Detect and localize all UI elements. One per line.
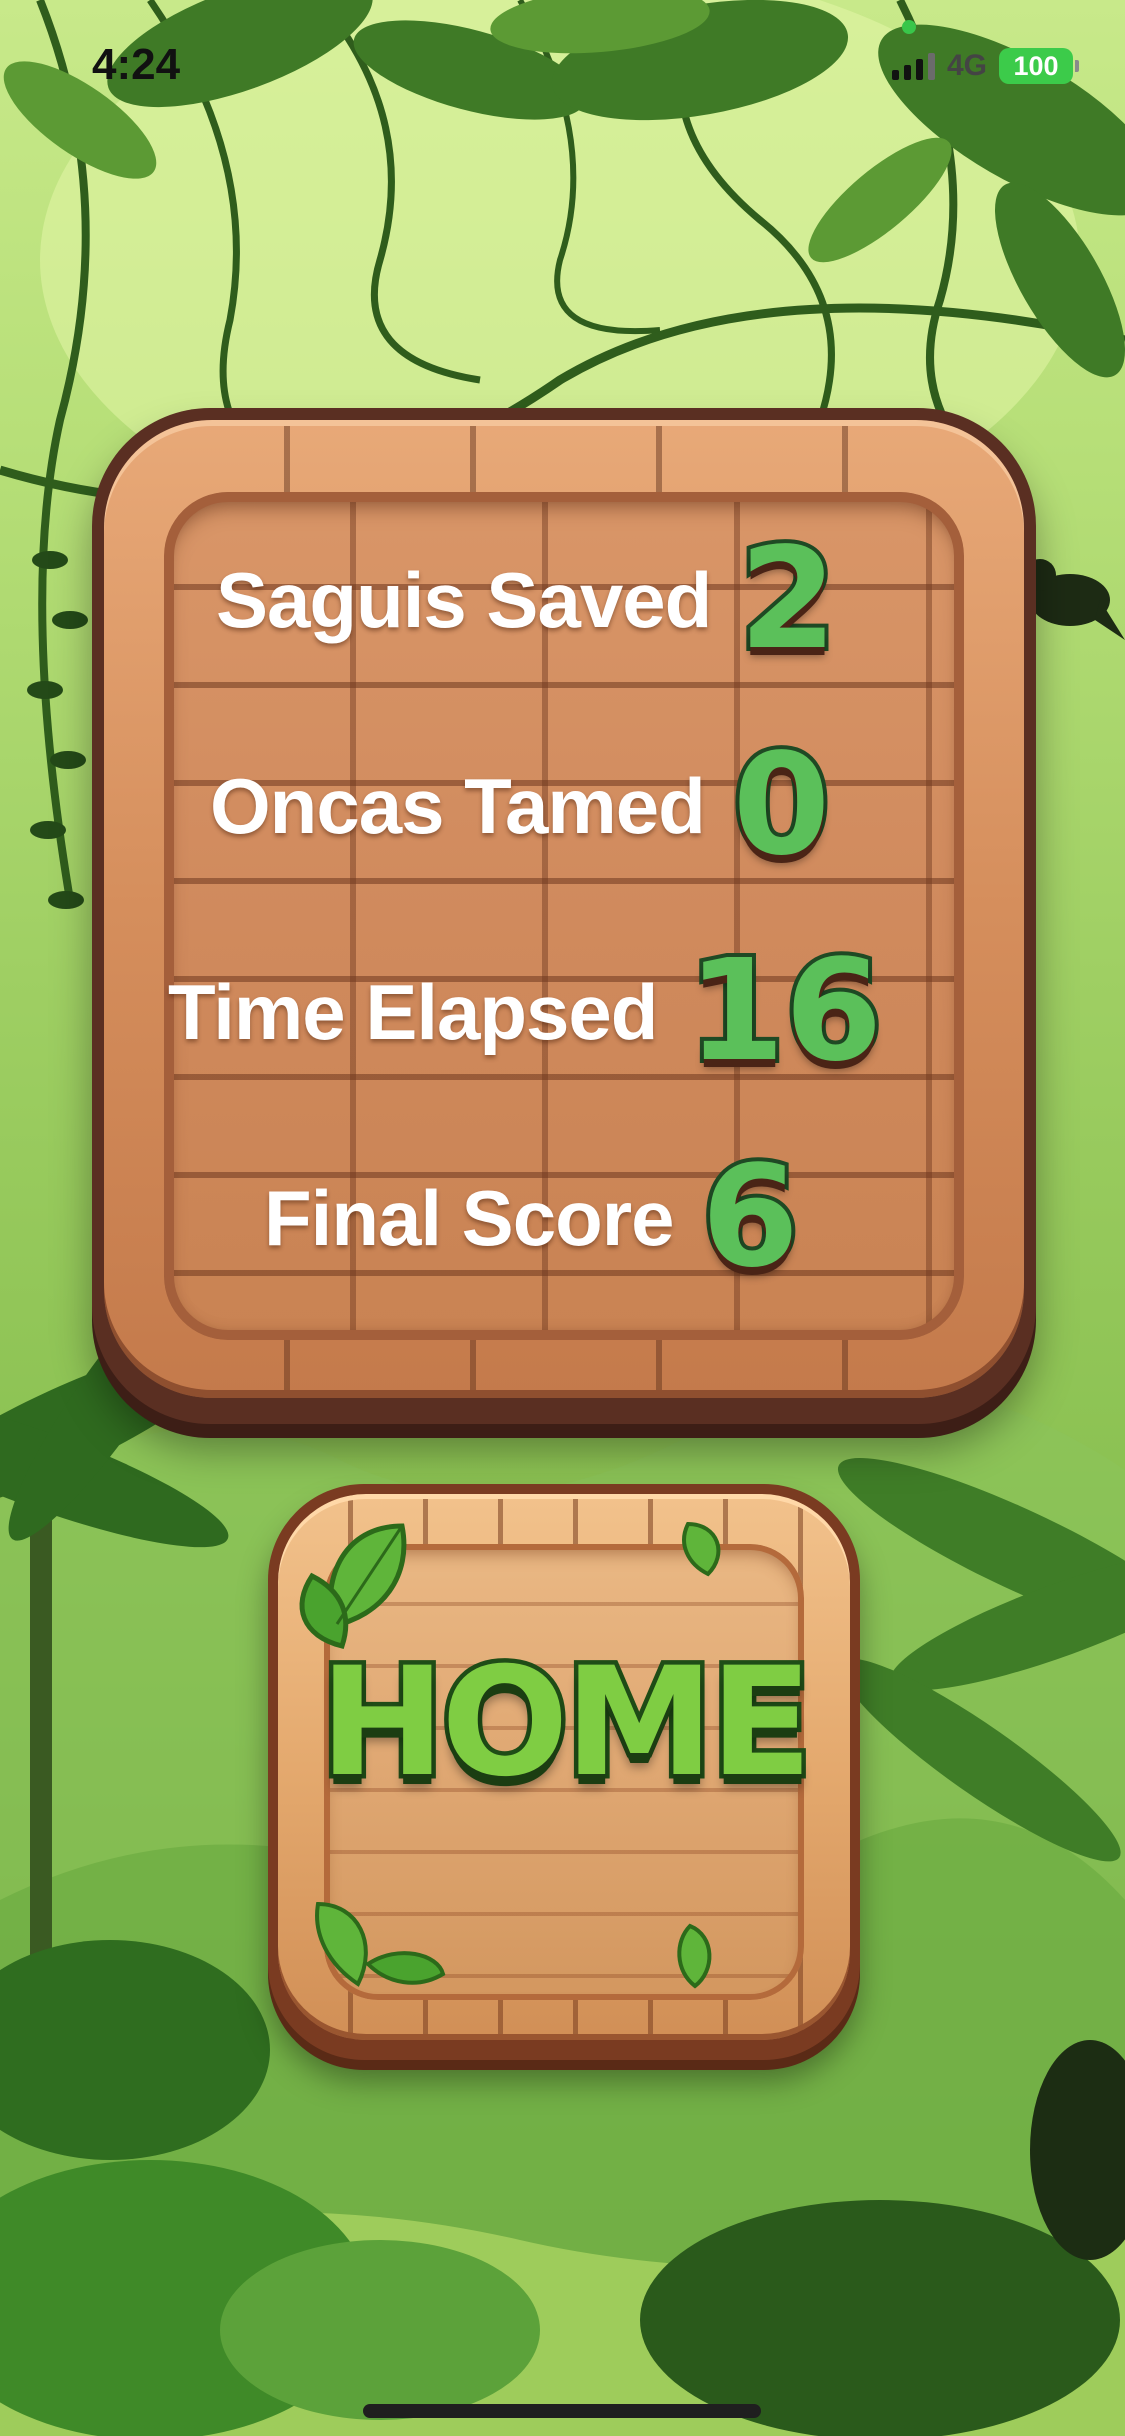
battery-level: 100 — [1013, 50, 1059, 81]
status-time: 4:24 — [92, 40, 181, 89]
stat-value: 2 — [735, 518, 840, 681]
home-button[interactable]: HOME — [268, 1484, 860, 2060]
camera-indicator-dot — [902, 20, 916, 34]
stat-value: 16 — [683, 930, 886, 1093]
battery-icon: 100 — [999, 48, 1079, 84]
stat-row-oncas-tamed: Oncas Tamed 0 — [210, 724, 834, 887]
stat-value: 6 — [697, 1136, 802, 1299]
leaf-icon — [682, 1521, 721, 1577]
status-indicators: 4G 100 — [891, 48, 1079, 84]
stat-label: Saguis Saved — [216, 555, 712, 644]
hanging-vine-leaves — [27, 551, 88, 909]
stat-label: Final Score — [264, 1173, 674, 1262]
stat-label: Time Elapsed — [168, 967, 658, 1056]
network-label: 4G — [946, 49, 987, 82]
leaf-icon — [677, 1923, 712, 1989]
home-button-label: HOME — [315, 1632, 817, 1815]
results-panel: Saguis Saved 2 Oncas Tamed 0 Time Elapse… — [92, 408, 1036, 1424]
stat-label: Oncas Tamed — [210, 761, 706, 850]
stat-row-saguis-saved: Saguis Saved 2 — [216, 518, 841, 681]
stat-value: 0 — [729, 724, 834, 887]
status-bar: 4:24 4G 100 — [0, 0, 1125, 140]
stat-row-time-elapsed: Time Elapsed 16 — [168, 930, 886, 1093]
signal-icon — [891, 52, 935, 80]
bird-silhouette — [1024, 559, 1125, 640]
leaf-icon — [315, 1901, 446, 1987]
stat-row-final-score: Final Score 6 — [264, 1136, 803, 1299]
home-indicator[interactable] — [363, 2404, 761, 2418]
